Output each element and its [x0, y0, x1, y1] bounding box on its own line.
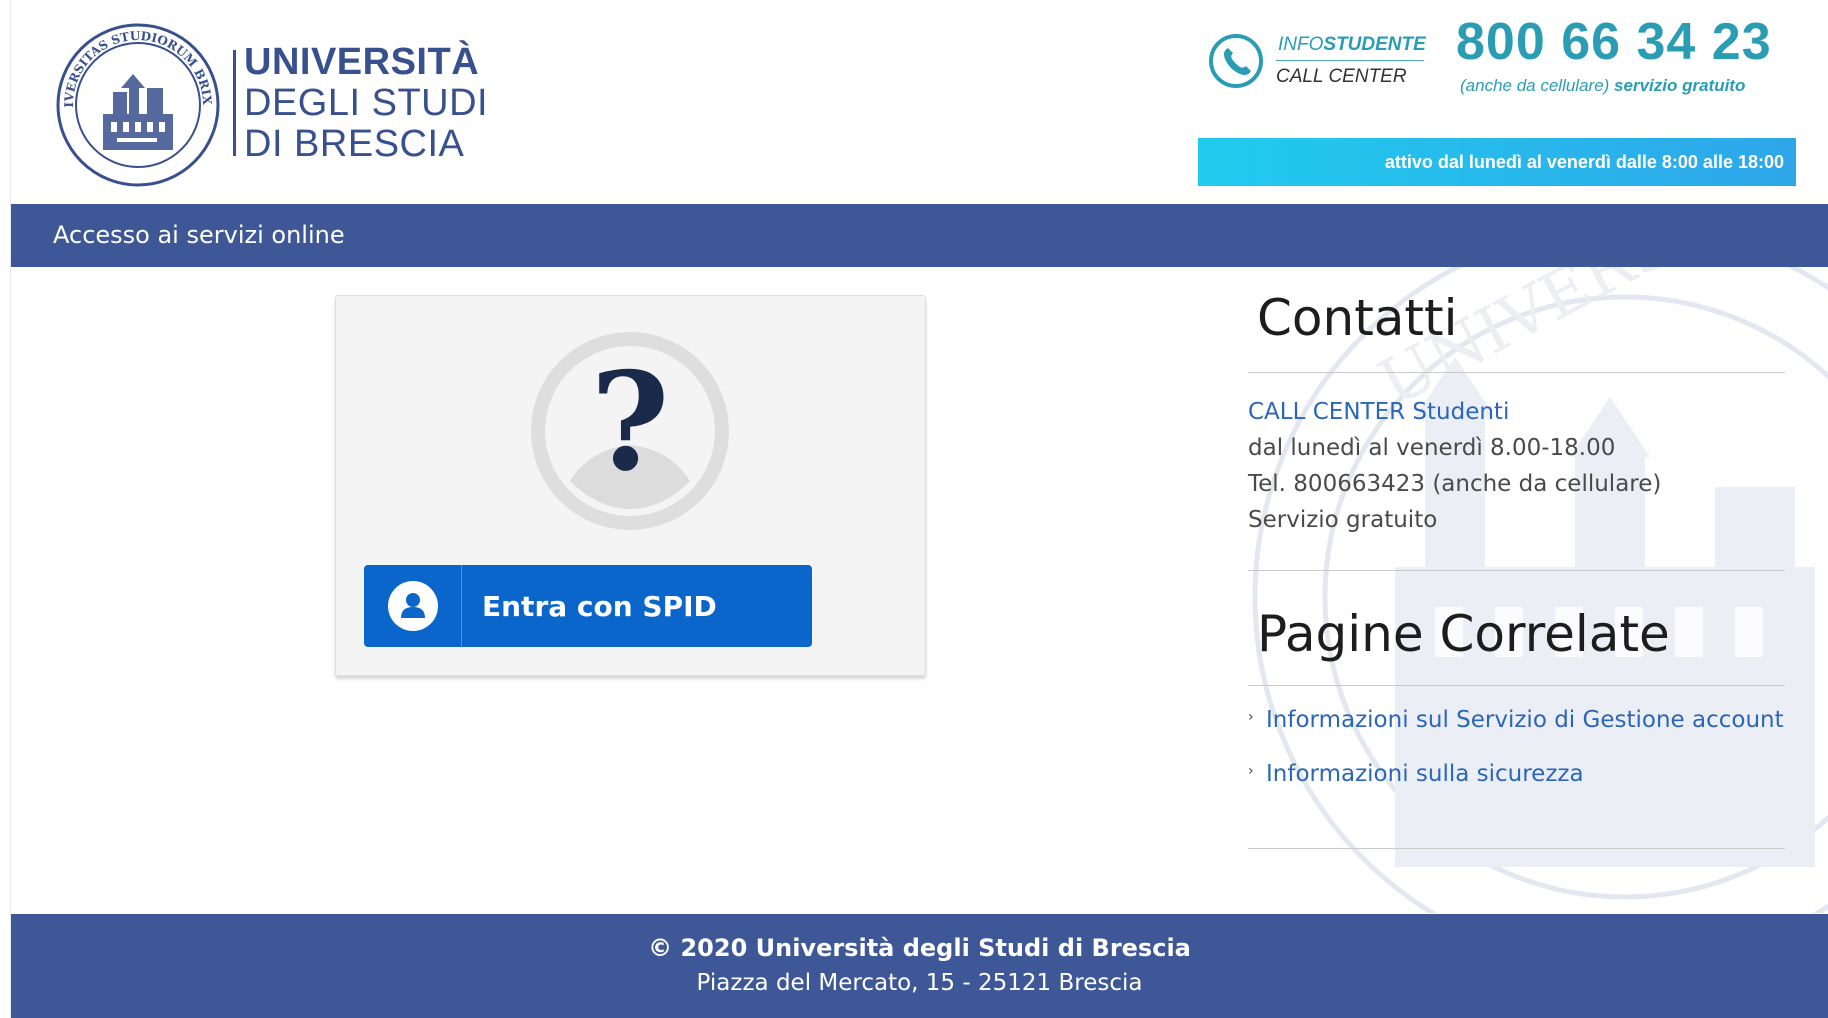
related-link-security-label: Informazioni sulla sicurezza: [1266, 761, 1584, 787]
related-divider: [1248, 685, 1785, 686]
spid-user-icon: [387, 581, 438, 631]
contacts-bottom-divider: [1248, 570, 1785, 571]
related-link-security[interactable]: › Informazioni sulla sicurezza: [1248, 761, 1584, 787]
info-prefix: INFO: [1278, 34, 1324, 55]
spid-icon-container: [364, 565, 462, 647]
page-left-edge: [0, 0, 11, 1018]
contacts-divider: [1248, 372, 1785, 373]
contacts-line-free: Servizio gratuito: [1248, 507, 1438, 533]
spid-button-label: Entra con SPID: [482, 589, 717, 623]
callcenter-note-free: servizio gratuito: [1614, 76, 1746, 95]
seal-watermark-icon: UNIVERSITAS · STUDIORUM: [1252, 267, 1828, 913]
contacts-line-phone: Tel. 800663423 (anche da cellulare): [1248, 471, 1662, 497]
chevron-right-icon: ›: [1248, 763, 1254, 779]
related-pages-heading: Pagine Correlate: [1257, 605, 1670, 663]
phone-icon: [1209, 34, 1263, 88]
callcenter-number[interactable]: 800 66 34 23: [1456, 12, 1772, 72]
related-link-account-label: Informazioni sul Servizio di Gestione ac…: [1266, 707, 1784, 733]
chevron-right-icon: ›: [1248, 709, 1254, 725]
university-wordmark[interactable]: UNIVERSITÀ DEGLI STUDI DI BRESCIA: [244, 42, 488, 165]
callcenter-rule: [1276, 60, 1424, 61]
nav-bar: Accesso ai servizi online: [11, 204, 1828, 267]
spid-login-button[interactable]: Entra con SPID: [364, 565, 812, 647]
footer-copyright: © 2020 Università degli Studi di Brescia: [648, 934, 1191, 962]
contacts-line-hours: dal lunedì al venerdì 8.00-18.00: [1248, 435, 1616, 461]
wordmark-line-3: DI BRESCIA: [244, 124, 488, 165]
footer-address: Piazza del Mercato, 15 - 25121 Brescia: [696, 970, 1143, 996]
wordmark-line-3-text: DI BRESCIA: [244, 123, 465, 165]
callcenter-note: (anche da cellulare) servizio gratuito: [1460, 76, 1745, 96]
page-title: Accesso ai servizi online: [53, 221, 345, 249]
infostudente-label: INFOSTUDENTE: [1278, 34, 1426, 56]
logo-divider: [233, 50, 236, 156]
wordmark-line-1: UNIVERSITÀ: [244, 41, 480, 83]
related-link-account[interactable]: › Informazioni sul Servizio di Gestione a…: [1248, 707, 1784, 733]
login-card: ? Entra con SPID: [335, 295, 926, 676]
university-seal-icon[interactable]: UNIVERSITAS STUDIORUM BRIXIAE: [55, 22, 221, 188]
unknown-user-avatar-icon: ?: [531, 332, 729, 530]
contacts-block: CALL CENTER Studenti dal lunedì al vener…: [1248, 394, 1661, 538]
svg-text:?: ?: [590, 342, 669, 501]
callcenter-label: CALL CENTER: [1276, 66, 1407, 87]
related-bottom-divider: [1248, 848, 1785, 849]
footer: © 2020 Università degli Studi di Brescia…: [11, 914, 1828, 1018]
info-suffix: STUDENTE: [1323, 34, 1426, 55]
callcenter-studenti-link[interactable]: CALL CENTER Studenti: [1248, 394, 1661, 430]
wordmark-line-2: DEGLI STUDI: [244, 82, 489, 124]
callcenter-hours-bar: attivo dal lunedì al venerdì dalle 8:00 …: [1198, 138, 1796, 186]
callcenter-note-mobile: (anche da cellulare): [1460, 76, 1610, 95]
contacts-heading: Contatti: [1257, 289, 1458, 347]
